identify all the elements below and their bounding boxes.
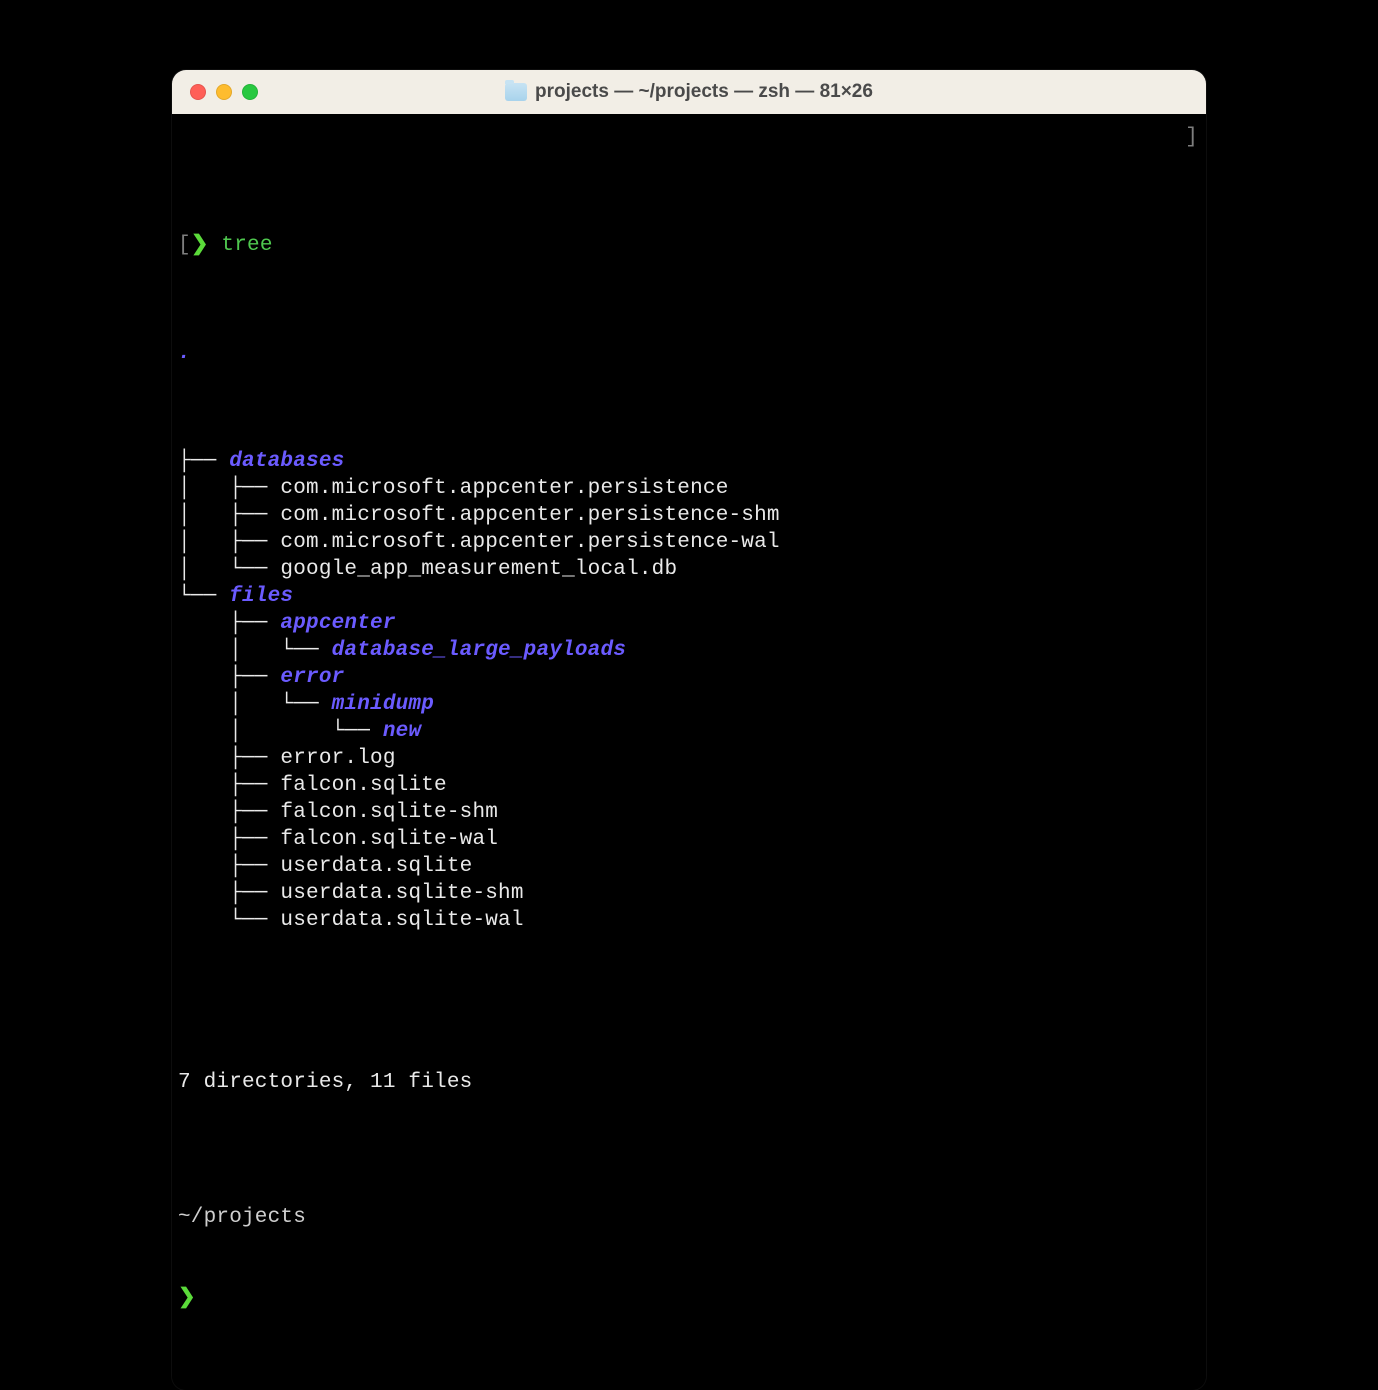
file-name: falcon.sqlite-shm [280,799,498,826]
tree-prefix: │ └── [178,718,383,745]
tree-prefix: ├── [178,745,280,772]
file-name: userdata.sqlite [280,853,472,880]
window-title-wrap: projects — ~/projects — zsh — 81×26 [172,81,1206,103]
tree-prefix: ├── [178,826,280,853]
tree-root: . [178,340,1200,367]
tree-root-dot: . [178,340,191,367]
left-bracket: [ [178,232,191,259]
tree-line: ├── falcon.sqlite-wal [178,826,1200,853]
tree-line: ├── falcon.sqlite-shm [178,799,1200,826]
cwd-line: ~/projects [178,1204,1200,1231]
tree-prefix: ├── [178,853,280,880]
close-button[interactable] [190,84,206,100]
tree-line: ├── databases [178,448,1200,475]
directory-name: files [229,583,293,610]
tree-prefix: ├── [178,610,280,637]
directory-name: new [383,718,421,745]
file-name: google_app_measurement_local.db [280,556,677,583]
tree-line: │ └── database_large_payloads [178,637,1200,664]
tree-line: │ ├── com.microsoft.appcenter.persistenc… [178,475,1200,502]
tree-prefix: └── [178,583,229,610]
right-bracket: ] [1185,124,1198,151]
tree-line: ├── userdata.sqlite [178,853,1200,880]
directory-name: databases [229,448,344,475]
file-name: userdata.sqlite-wal [280,907,523,934]
tree-line: ├── error.log [178,745,1200,772]
prompt-symbol: ❯ [178,1285,196,1312]
tree-prefix: ├── [178,799,280,826]
tree-line: └── userdata.sqlite-wal [178,907,1200,934]
tree-line: ├── userdata.sqlite-shm [178,880,1200,907]
directory-name: database_large_payloads [332,637,626,664]
titlebar: projects — ~/projects — zsh — 81×26 [172,70,1206,114]
tree-prefix: │ ├── [178,529,280,556]
window-title: projects — ~/projects — zsh — 81×26 [535,81,873,103]
traffic-lights [190,84,258,100]
tree-prefix: │ └── [178,637,332,664]
prompt-line: [❯ tree [178,232,1200,259]
command-text: tree [221,232,272,259]
file-name: com.microsoft.appcenter.persistence [280,475,728,502]
zoom-button[interactable] [242,84,258,100]
tree-line: │ └── new [178,718,1200,745]
tree-line: ├── error [178,664,1200,691]
tree-line: │ ├── com.microsoft.appcenter.persistenc… [178,529,1200,556]
next-prompt-line: ❯ [178,1285,1200,1312]
terminal-window: projects — ~/projects — zsh — 81×26 ] [❯… [172,70,1206,1390]
file-name: userdata.sqlite-shm [280,880,523,907]
tree-prefix: ├── [178,448,229,475]
prompt-symbol: ❯ [191,232,209,259]
file-name: com.microsoft.appcenter.persistence-wal [280,529,779,556]
tree-prefix: ├── [178,880,280,907]
tree-line: ├── appcenter [178,610,1200,637]
tree-output: ├── databases│ ├── com.microsoft.appcent… [178,448,1200,934]
tree-line: │ └── minidump [178,691,1200,718]
tree-summary: 7 directories, 11 files [178,1069,1200,1096]
file-name: error.log [280,745,395,772]
directory-name: minidump [332,691,434,718]
minimize-button[interactable] [216,84,232,100]
tree-line: │ └── google_app_measurement_local.db [178,556,1200,583]
tree-line: ├── falcon.sqlite [178,772,1200,799]
tree-prefix: ├── [178,772,280,799]
tree-line: └── files [178,583,1200,610]
tree-prefix: ├── [178,664,280,691]
file-name: falcon.sqlite [280,772,446,799]
file-name: falcon.sqlite-wal [280,826,498,853]
tree-prefix: │ ├── [178,475,280,502]
directory-name: error [280,664,344,691]
tree-line: │ ├── com.microsoft.appcenter.persistenc… [178,502,1200,529]
directory-name: appcenter [280,610,395,637]
tree-prefix: │ ├── [178,502,280,529]
folder-icon [505,83,527,101]
tree-prefix: │ └── [178,691,332,718]
tree-prefix: └── [178,907,280,934]
terminal-body[interactable]: ] [❯ tree . ├── databases│ ├── com.micro… [172,114,1206,1390]
file-name: com.microsoft.appcenter.persistence-shm [280,502,779,529]
tree-prefix: │ └── [178,556,280,583]
